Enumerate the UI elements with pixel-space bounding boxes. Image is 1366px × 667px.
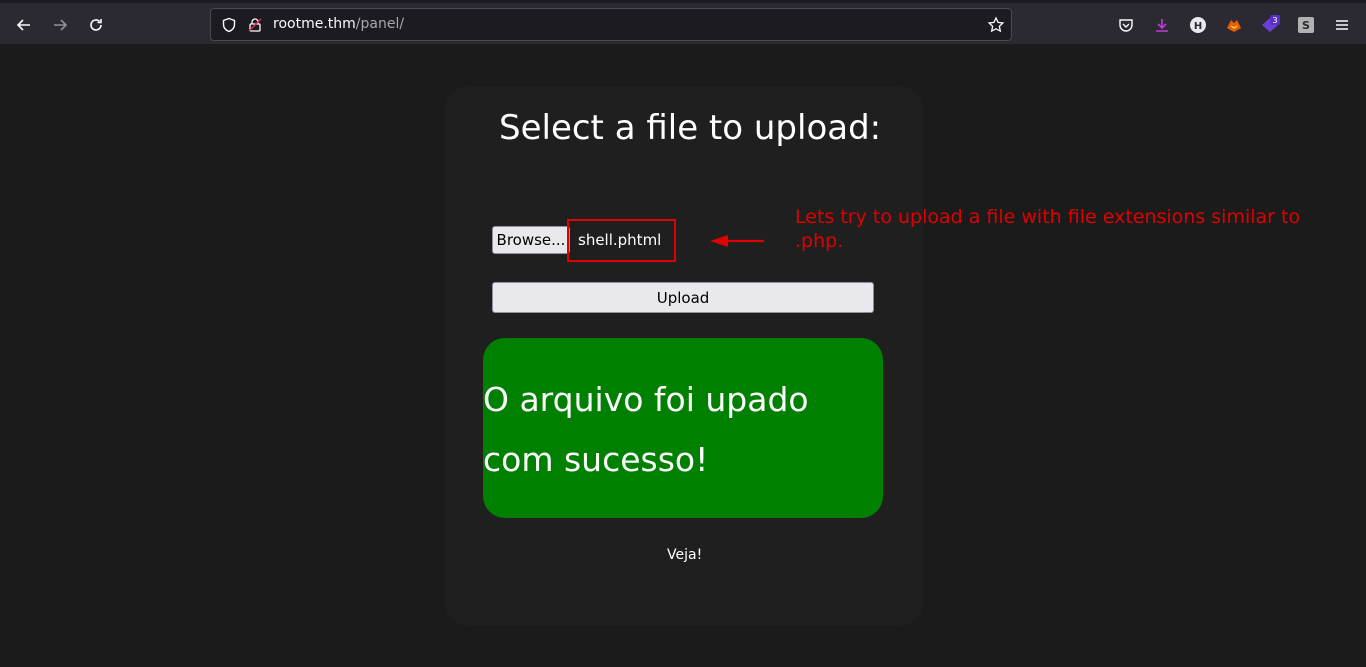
downloads-button[interactable] — [1152, 15, 1172, 35]
annotation-arrow-icon — [710, 235, 764, 247]
app-menu-button[interactable] — [1332, 15, 1352, 35]
success-message-box: O arquivo foi upado com sucesso! — [483, 338, 883, 518]
reload-button[interactable] — [83, 12, 109, 38]
annotation-highlight-box — [567, 219, 676, 262]
pocket-icon — [1119, 19, 1133, 32]
purple-extension-icon: 3 — [1262, 15, 1280, 32]
url-text: rootme.thm/panel/ — [273, 16, 404, 32]
forward-button[interactable] — [47, 12, 73, 38]
reload-icon — [90, 19, 102, 31]
foxyproxy-icon — [1227, 20, 1241, 32]
extension-ublock-button[interactable]: 3 — [1260, 15, 1280, 35]
pocket-button[interactable] — [1116, 15, 1136, 35]
browser-toolbar: rootme.thm/panel/ H 3 S — [0, 0, 1366, 44]
page-title-text: Select a file to upload: — [499, 108, 882, 148]
s-extension-icon: S — [1298, 17, 1314, 33]
success-message: O arquivo foi upado com sucesso! — [483, 380, 809, 479]
extension-h-button[interactable]: H — [1188, 15, 1208, 35]
veja-link[interactable]: Veja! — [667, 547, 702, 563]
bookmark-star-icon[interactable] — [987, 16, 1005, 34]
back-arrow-icon — [16, 19, 30, 31]
hamburger-menu-icon — [1336, 20, 1348, 30]
back-button[interactable] — [11, 12, 37, 38]
annotation-text: Lets try to upload a file with file exte… — [795, 206, 1301, 252]
forward-arrow-icon — [54, 19, 68, 31]
browse-button[interactable]: Browse... — [492, 226, 570, 254]
extension-fox-button[interactable] — [1224, 15, 1244, 35]
extension-s-button[interactable]: S — [1296, 15, 1316, 35]
url-path: /panel/ — [355, 16, 405, 32]
upload-button[interactable]: Upload — [492, 282, 874, 313]
extension-badge-count: 3 — [1272, 16, 1277, 25]
insecure-lock-icon[interactable] — [247, 17, 263, 33]
download-icon — [1156, 19, 1168, 32]
svg-text:H: H — [1194, 21, 1202, 32]
h-extension-icon: H — [1190, 17, 1206, 33]
address-bar[interactable]: rootme.thm/panel/ — [210, 8, 1012, 41]
shield-icon[interactable] — [221, 17, 237, 33]
svg-text:S: S — [1302, 19, 1310, 32]
url-host: rootme.thm — [273, 16, 356, 32]
